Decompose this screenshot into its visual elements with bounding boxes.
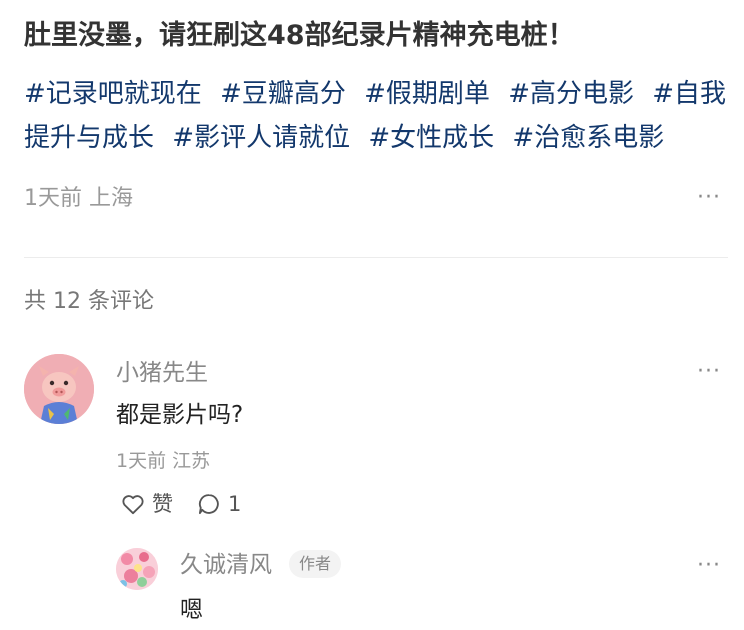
comment-count: 共 12 条评论	[24, 289, 154, 314]
tag-link[interactable]: #影评人请就位	[172, 123, 350, 153]
floral-avatar-icon	[116, 548, 158, 590]
reply-username[interactable]: 久诚清风	[180, 548, 272, 582]
like-button[interactable]: 赞	[120, 490, 173, 518]
tag-list: #记录吧就现在 #豆瓣高分 #假期剧单 #高分电影 #自我提升与成长 #影评人请…	[24, 72, 729, 160]
reply-count: 1	[228, 492, 242, 516]
tag-link[interactable]: #假期剧单	[364, 79, 490, 109]
reply-more-icon[interactable]: ···	[697, 555, 721, 577]
reply-avatar[interactable]	[116, 548, 158, 590]
divider	[24, 257, 728, 258]
tag-link[interactable]: #治愈系电影	[512, 123, 664, 153]
comment-meta: 1天前 江苏	[116, 450, 211, 472]
tag-link[interactable]: #记录吧就现在	[24, 79, 202, 109]
author-badge: 作者	[289, 550, 342, 578]
comment-content: 都是影片吗?	[116, 402, 244, 428]
tag-link[interactable]: #豆瓣高分	[220, 79, 346, 109]
pig-avatar-icon	[24, 354, 94, 424]
reply-content: 嗯	[180, 597, 203, 623]
post-title: 肚里没墨，请狂刷这48部纪录片精神充电桩！	[24, 20, 575, 51]
avatar[interactable]	[24, 354, 94, 424]
post-more-icon[interactable]: ···	[697, 187, 721, 209]
post-meta: 1天前 上海	[24, 186, 133, 211]
like-label: 赞	[152, 492, 173, 516]
comment-username[interactable]: 小猪先生	[116, 356, 208, 390]
tag-link[interactable]: #高分电影	[508, 79, 634, 109]
tag-link[interactable]: #女性成长	[368, 123, 494, 153]
heart-icon	[122, 495, 144, 515]
reply-button[interactable]: 1	[196, 490, 241, 518]
comment-bubble-icon	[198, 494, 219, 515]
comment-more-icon[interactable]: ···	[697, 361, 721, 383]
